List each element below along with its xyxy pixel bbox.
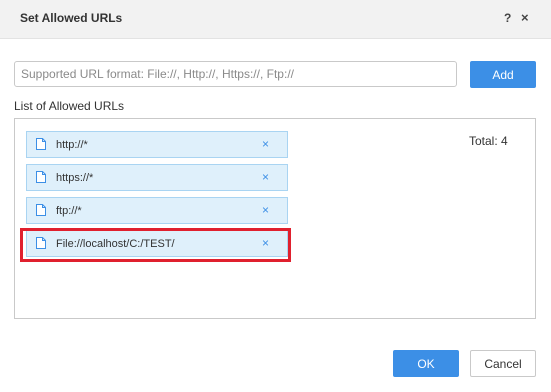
dialog-header: Set Allowed URLs ? × (0, 0, 551, 39)
dialog-title: Set Allowed URLs (20, 11, 123, 25)
file-icon (36, 171, 46, 183)
remove-icon[interactable]: × (262, 137, 269, 151)
add-button[interactable]: Add (470, 61, 536, 88)
file-icon (36, 204, 46, 216)
total-count: Total: 4 (469, 134, 508, 148)
url-list-item[interactable]: ftp://* × (26, 197, 288, 224)
remove-icon[interactable]: × (262, 170, 269, 184)
url-text: https://* (56, 172, 94, 184)
set-allowed-urls-dialog: Set Allowed URLs ? × Add List of Allowed… (0, 0, 551, 392)
url-text: ftp://* (56, 205, 82, 217)
ok-button[interactable]: OK (393, 350, 459, 377)
highlight-box (20, 228, 291, 262)
url-list-item[interactable]: http://* × (26, 131, 288, 158)
url-text: http://* (56, 139, 88, 151)
url-list-item[interactable]: https://* × (26, 164, 288, 191)
close-icon[interactable]: × (521, 11, 529, 25)
file-icon (36, 138, 46, 150)
list-label: List of Allowed URLs (14, 99, 125, 113)
url-input[interactable] (14, 61, 457, 87)
cancel-button[interactable]: Cancel (470, 350, 536, 377)
help-icon[interactable]: ? (504, 11, 511, 25)
remove-icon[interactable]: × (262, 203, 269, 217)
